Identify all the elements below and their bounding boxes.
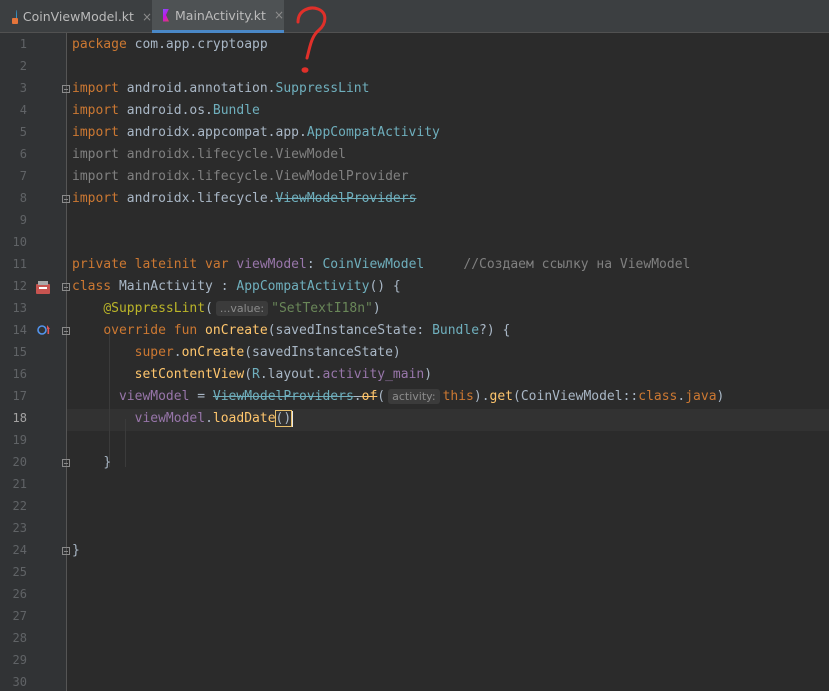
line-number: 9 bbox=[19, 213, 27, 227]
line-number: 21 bbox=[12, 477, 27, 491]
line-number: 8 bbox=[19, 191, 27, 205]
code-line-1[interactable]: package com.app.cryptoapp bbox=[72, 34, 268, 56]
line-number: 26 bbox=[12, 587, 27, 601]
line-number: 4 bbox=[19, 103, 27, 117]
tab-mainactivity[interactable]: MainActivity.kt × bbox=[152, 0, 284, 33]
kotlin-file-icon bbox=[163, 8, 170, 22]
line-number-gutter[interactable]: 1 2 3 4 5 6 7 8 9 10 11 12 13 14 15 16 1… bbox=[0, 33, 70, 691]
line-number: 30 bbox=[12, 675, 27, 689]
tab-label: MainActivity.kt bbox=[175, 7, 266, 23]
line-number: 24 bbox=[12, 543, 27, 557]
parameter-hint: ...value: bbox=[215, 301, 269, 316]
question-mark-annotation bbox=[296, 6, 327, 73]
line-number: 20 bbox=[12, 455, 27, 469]
line-number: 5 bbox=[19, 125, 27, 139]
code-line-20[interactable]: } bbox=[72, 452, 111, 474]
code-line-14[interactable]: override fun onCreate(savedInstanceState… bbox=[72, 320, 510, 342]
line-number: 15 bbox=[12, 345, 27, 359]
code-line-3[interactable]: import android.annotation.SuppressLint bbox=[72, 78, 369, 100]
code-line-16[interactable]: setContentView(R.layout.activity_main) bbox=[72, 364, 432, 386]
code-line-11[interactable]: private lateinit var viewModel: CoinView… bbox=[72, 254, 690, 276]
code-line-12[interactable]: class MainActivity : AppCompatActivity()… bbox=[72, 276, 401, 298]
code-line-6[interactable]: import androidx.lifecycle.ViewModel bbox=[72, 144, 346, 166]
code-line-18[interactable]: viewModel.loadDate() bbox=[72, 408, 294, 430]
code-line-5[interactable]: import androidx.appcompat.app.AppCompatA… bbox=[72, 122, 440, 144]
line-number: 10 bbox=[12, 235, 27, 249]
code-line-7[interactable]: import androidx.lifecycle.ViewModelProvi… bbox=[72, 166, 409, 188]
kotlin-class-icon bbox=[12, 10, 18, 24]
code-line-13[interactable]: @SuppressLint(...value: "SetTextI18n") bbox=[72, 298, 381, 320]
line-number: 27 bbox=[12, 609, 27, 623]
line-number: 19 bbox=[12, 433, 27, 447]
line-number: 1 bbox=[19, 37, 27, 51]
line-number: 2 bbox=[19, 59, 27, 73]
tab-label: CoinViewModel.kt bbox=[22, 9, 134, 24]
line-number: 6 bbox=[19, 147, 27, 161]
matched-parentheses: () bbox=[274, 410, 293, 427]
line-number: 25 bbox=[12, 565, 27, 579]
editor-tab-bar: CoinViewModel.kt × MainActivity.kt × bbox=[0, 0, 829, 33]
close-icon[interactable]: × bbox=[142, 10, 152, 24]
code-line-15[interactable]: super.onCreate(savedInstanceState) bbox=[72, 342, 401, 364]
code-editor[interactable]: package com.app.cryptoapp import android… bbox=[67, 33, 829, 691]
code-line-17[interactable]: viewModel = ViewModelProviders.of(activi… bbox=[72, 386, 724, 408]
close-icon[interactable]: × bbox=[274, 8, 284, 22]
android-activity-icon[interactable] bbox=[35, 281, 51, 295]
line-number: 13 bbox=[12, 301, 27, 315]
code-line-4[interactable]: import android.os.Bundle bbox=[72, 100, 260, 122]
line-number: 22 bbox=[12, 499, 27, 513]
tab-coinviewmodel[interactable]: CoinViewModel.kt × bbox=[6, 0, 152, 33]
line-number: 12 bbox=[12, 279, 27, 293]
line-number: 17 bbox=[12, 389, 27, 403]
line-number: 28 bbox=[12, 631, 27, 645]
line-number: 14 bbox=[12, 323, 27, 337]
code-line-24[interactable]: } bbox=[72, 540, 80, 562]
line-number: 7 bbox=[19, 169, 27, 183]
line-number: 23 bbox=[12, 521, 27, 535]
text-caret bbox=[291, 410, 294, 427]
line-number: 18 bbox=[12, 411, 27, 425]
line-number: 16 bbox=[12, 367, 27, 381]
override-method-icon[interactable] bbox=[37, 324, 51, 336]
parameter-hint: activity: bbox=[388, 389, 440, 404]
line-number: 11 bbox=[12, 257, 27, 271]
code-line-8[interactable]: import androidx.lifecycle.ViewModelProvi… bbox=[72, 188, 416, 210]
line-number: 29 bbox=[12, 653, 27, 667]
line-number: 3 bbox=[19, 81, 27, 95]
